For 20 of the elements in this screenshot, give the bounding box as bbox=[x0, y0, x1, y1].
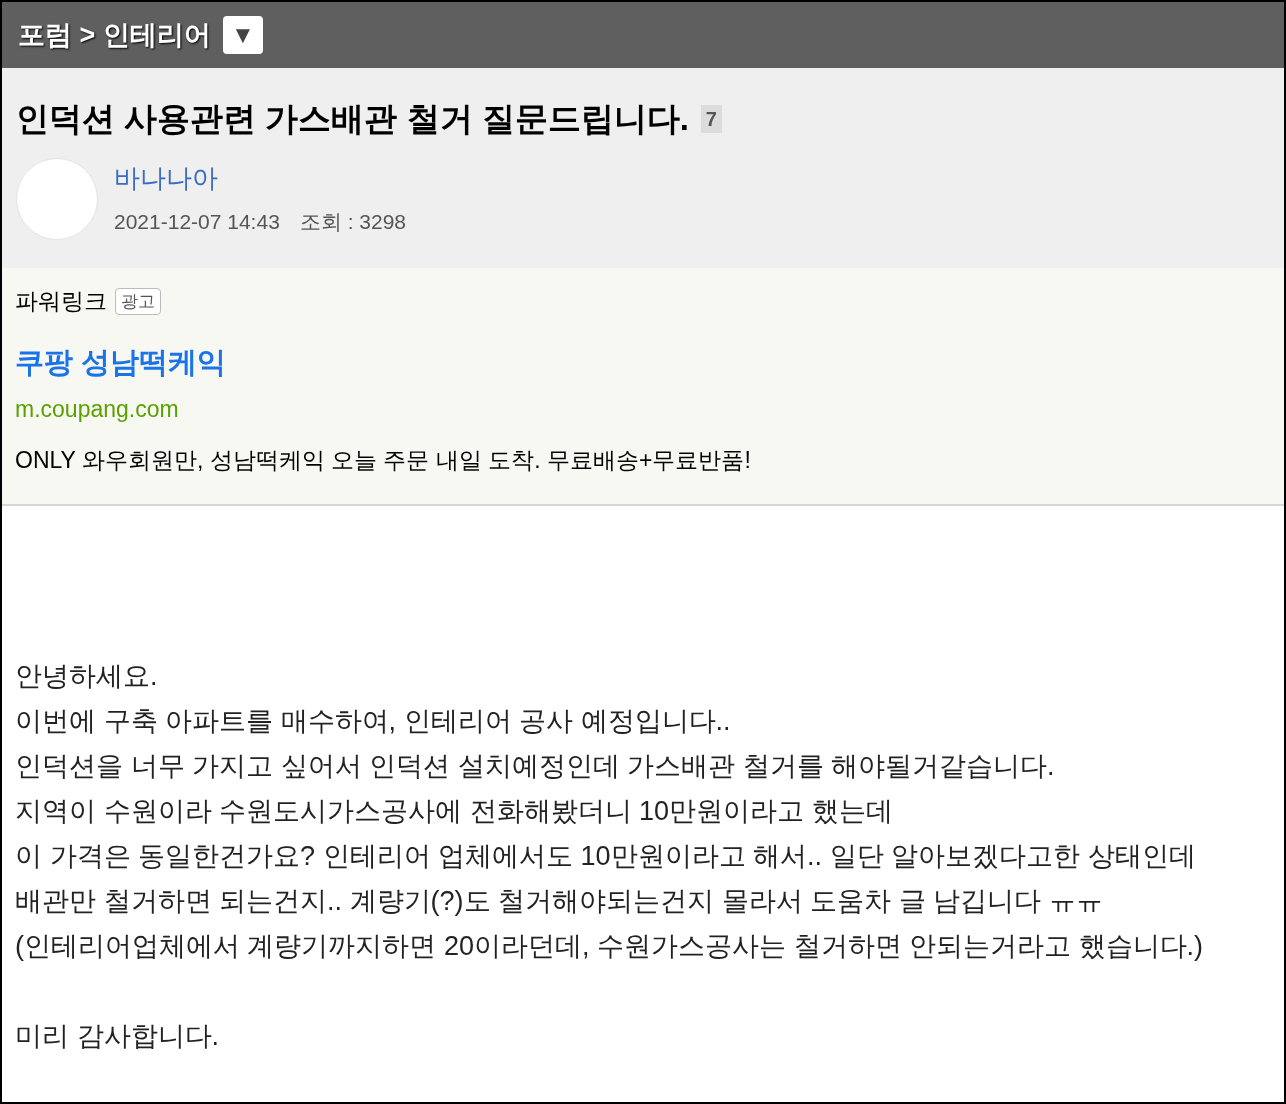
body-text: 인덕션을 너무 가지고 싶어서 인덕션 설치예정인데 가스배관 철거를 해야될거같습니다. bbox=[15, 750, 1056, 783]
ad-description: ONLY 와우회원만, 성남떡케익 오늘 주문 내일 도착. 무료배송+무료반품! bbox=[15, 445, 752, 475]
body-text: 배관만 철거하면 되는건지.. 계량기(?)도 철거해야되는건지 몰라서 도움차 글 남깁니다 ㅠㅠ bbox=[15, 885, 1104, 918]
dropdown-button[interactable]: ▼ bbox=[222, 16, 263, 54]
body-text: 이 가격은 동일한건가요? 인테리어 업체에서도 10만원이라고 해서.. 일단 알아보겠다고한 상태인데 bbox=[15, 840, 1197, 873]
author-name[interactable]: 바나나아 bbox=[114, 159, 407, 199]
body-text: 지역이 수원이라 수원도시가스공사에 전화해봤더니 10만원이라고 했는데 bbox=[15, 795, 894, 828]
post-date: 2021-12-07 14:43 bbox=[114, 209, 280, 236]
body-text: 안녕하세요. bbox=[15, 660, 159, 693]
ad-badge: 광고 bbox=[115, 287, 161, 315]
ad-url[interactable]: m.coupang.com bbox=[15, 392, 179, 427]
body-text: 이번에 구축 아파트를 매수하여, 인테리어 공사 예정입니다.. bbox=[15, 705, 732, 738]
comment-count[interactable]: 7 bbox=[700, 104, 722, 133]
breadcrumb[interactable]: 포럼 > 인테리어 bbox=[18, 14, 211, 56]
ad-headline[interactable]: 쿠팡 성남떡케익 bbox=[15, 340, 227, 384]
body-text: 미리 감사합니다. bbox=[15, 1020, 220, 1053]
view-count: 조회 : 3298 bbox=[299, 209, 407, 236]
body-text: (인테리어업체에서 계량기까지하면 20이라던데, 수원가스공사는 철거하면 안되는거라고 했습니다.) bbox=[15, 930, 1205, 963]
post-title: 인덕션 사용관련 가스배관 철거 질문드립니다. bbox=[16, 99, 689, 139]
ad-label: 파워링크 bbox=[15, 287, 107, 316]
